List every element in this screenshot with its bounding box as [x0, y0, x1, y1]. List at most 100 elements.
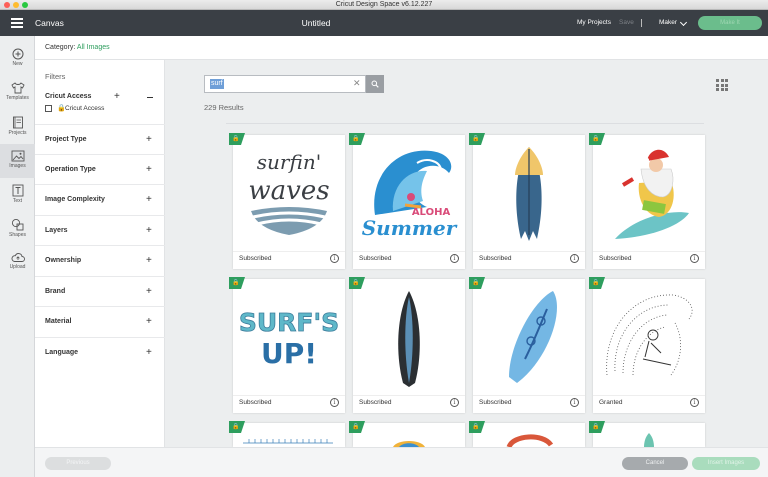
card-status: Subscribed: [599, 255, 632, 262]
minus-icon[interactable]: [147, 97, 153, 98]
surfboard-blue-yellow-image: [515, 147, 543, 241]
category-label: Category:: [45, 44, 76, 51]
grid-view-icon[interactable]: [716, 79, 728, 91]
plus-icon[interactable]: +: [146, 246, 152, 276]
rail-new[interactable]: New: [0, 42, 35, 76]
window-titlebar: Cricut Design Space v6.12.227: [0, 0, 768, 10]
image-card[interactable]: SURF'S UP! 🔒 Subscribed i: [229, 277, 345, 413]
info-icon[interactable]: i: [690, 398, 699, 407]
close-icon[interactable]: ✕: [353, 78, 361, 89]
rail-label-projects: Projects: [8, 130, 27, 136]
image-card[interactable]: surfin' waves 🔒 Subscribed i: [229, 133, 345, 269]
info-icon[interactable]: i: [450, 254, 459, 263]
filter-label: Language: [45, 349, 79, 356]
rail-projects[interactable]: Projects: [0, 110, 35, 144]
document-title: Untitled: [301, 18, 331, 28]
rail-shapes[interactable]: Shapes: [0, 212, 35, 246]
filter-label: Project Type: [45, 136, 87, 143]
filter-label: Layers: [45, 227, 68, 234]
left-rail: New Templates Projects Images Text Shape…: [0, 36, 35, 477]
filter-image-complexity[interactable]: Image Complexity +: [35, 184, 165, 214]
art-text: Summer: [362, 216, 458, 240]
upload-cloud-icon: [11, 253, 25, 262]
image-card[interactable]: 🔒: [229, 421, 345, 447]
plus-circle-icon: [12, 48, 23, 60]
filter-material[interactable]: Material +: [35, 306, 165, 336]
card-divider: [233, 251, 345, 252]
info-icon[interactable]: i: [690, 254, 699, 263]
info-icon[interactable]: i: [330, 398, 339, 407]
chevron-down-icon[interactable]: [679, 18, 688, 27]
image-card[interactable]: 🔒 Subscribed i: [589, 133, 705, 269]
filter-label: Image Complexity: [45, 196, 105, 203]
lock-icon: 🔒: [352, 424, 360, 430]
machine-selector[interactable]: Maker: [659, 10, 677, 36]
lock-icon: 🔒: [472, 280, 480, 286]
image-card[interactable]: 🔒: [589, 421, 705, 447]
rail-images[interactable]: Images: [0, 144, 35, 178]
image-card[interactable]: 🔒 Subscribed i: [349, 277, 465, 413]
filter-layers[interactable]: Layers +: [35, 215, 165, 245]
plus-icon[interactable]: +: [146, 155, 152, 185]
my-projects-link[interactable]: My Projects: [577, 10, 611, 36]
cancel-button[interactable]: Cancel: [622, 457, 688, 470]
image-card[interactable]: 🔒 Subscribed i: [469, 277, 585, 413]
save-link[interactable]: Save: [619, 10, 634, 36]
filter-label: Material: [45, 318, 72, 325]
card-status: Subscribed: [359, 399, 392, 406]
search-value[interactable]: surf: [210, 79, 224, 89]
image-card[interactable]: 🔒 Subscribed i: [469, 133, 585, 269]
filter-label: Operation Type: [45, 166, 96, 173]
info-icon[interactable]: i: [330, 254, 339, 263]
info-icon[interactable]: i: [450, 398, 459, 407]
art-text: surfin': [257, 150, 321, 174]
plus-icon[interactable]: +: [146, 277, 152, 307]
cricut-access-label: Cricut Access: [45, 93, 92, 100]
image-card[interactable]: 🔒 Granted i: [589, 277, 705, 413]
beach-ball-image: [393, 441, 425, 447]
filter-language[interactable]: Language +: [35, 337, 165, 367]
filter-project-type[interactable]: Project Type +: [35, 124, 165, 154]
search-icon: [371, 80, 379, 88]
plus-icon[interactable]: +: [146, 125, 152, 155]
plus-icon[interactable]: +: [114, 91, 120, 102]
plus-icon[interactable]: +: [146, 185, 152, 215]
info-icon[interactable]: i: [570, 254, 579, 263]
category-value-link[interactable]: All Images: [77, 44, 110, 51]
filter-brand[interactable]: Brand +: [35, 276, 165, 306]
rail-text[interactable]: Text: [0, 178, 35, 212]
plus-icon[interactable]: +: [146, 216, 152, 246]
image-card[interactable]: 🔒: [349, 421, 465, 447]
image-card[interactable]: 🔒: [469, 421, 585, 447]
card-status: Subscribed: [239, 255, 272, 262]
cricut-access-checkbox[interactable]: [45, 105, 52, 112]
previous-button[interactable]: Previous: [45, 457, 111, 470]
make-it-button[interactable]: Make It: [698, 16, 762, 30]
category-breadcrumb: Category: All Images: [45, 36, 110, 60]
aloha-summer-image: ALOHA Summer: [362, 150, 458, 240]
app-header: Canvas Untitled My Projects Save Maker M…: [0, 10, 768, 36]
insert-images-button[interactable]: Insert Images: [692, 457, 760, 470]
rail-label-images: Images: [9, 163, 26, 169]
card-status: Subscribed: [479, 255, 512, 262]
filter-ownership[interactable]: Ownership +: [35, 245, 165, 275]
filter-operation-type[interactable]: Operation Type +: [35, 154, 165, 184]
art-text: UP!: [261, 337, 317, 370]
card-divider: [353, 395, 465, 396]
header-divider: [641, 19, 642, 27]
image-card[interactable]: ALOHA Summer 🔒 Subscribed i: [349, 133, 465, 269]
search-input[interactable]: surf ✕: [204, 75, 366, 93]
surfboard-black-blue-image: [398, 291, 420, 387]
info-icon[interactable]: i: [570, 398, 579, 407]
lock-icon: 🔒: [232, 136, 240, 142]
plus-icon[interactable]: +: [146, 307, 152, 337]
shirt-icon: [10, 82, 25, 94]
surfs-up-image: SURF'S UP!: [238, 308, 339, 370]
rail-templates[interactable]: Templates: [0, 76, 35, 110]
card-status: Granted: [599, 399, 623, 406]
search-button[interactable]: [366, 75, 384, 93]
filter-label: Ownership: [45, 257, 82, 264]
plus-icon[interactable]: +: [146, 338, 152, 368]
text-icon: [12, 184, 23, 197]
rail-upload[interactable]: Upload: [0, 246, 35, 280]
